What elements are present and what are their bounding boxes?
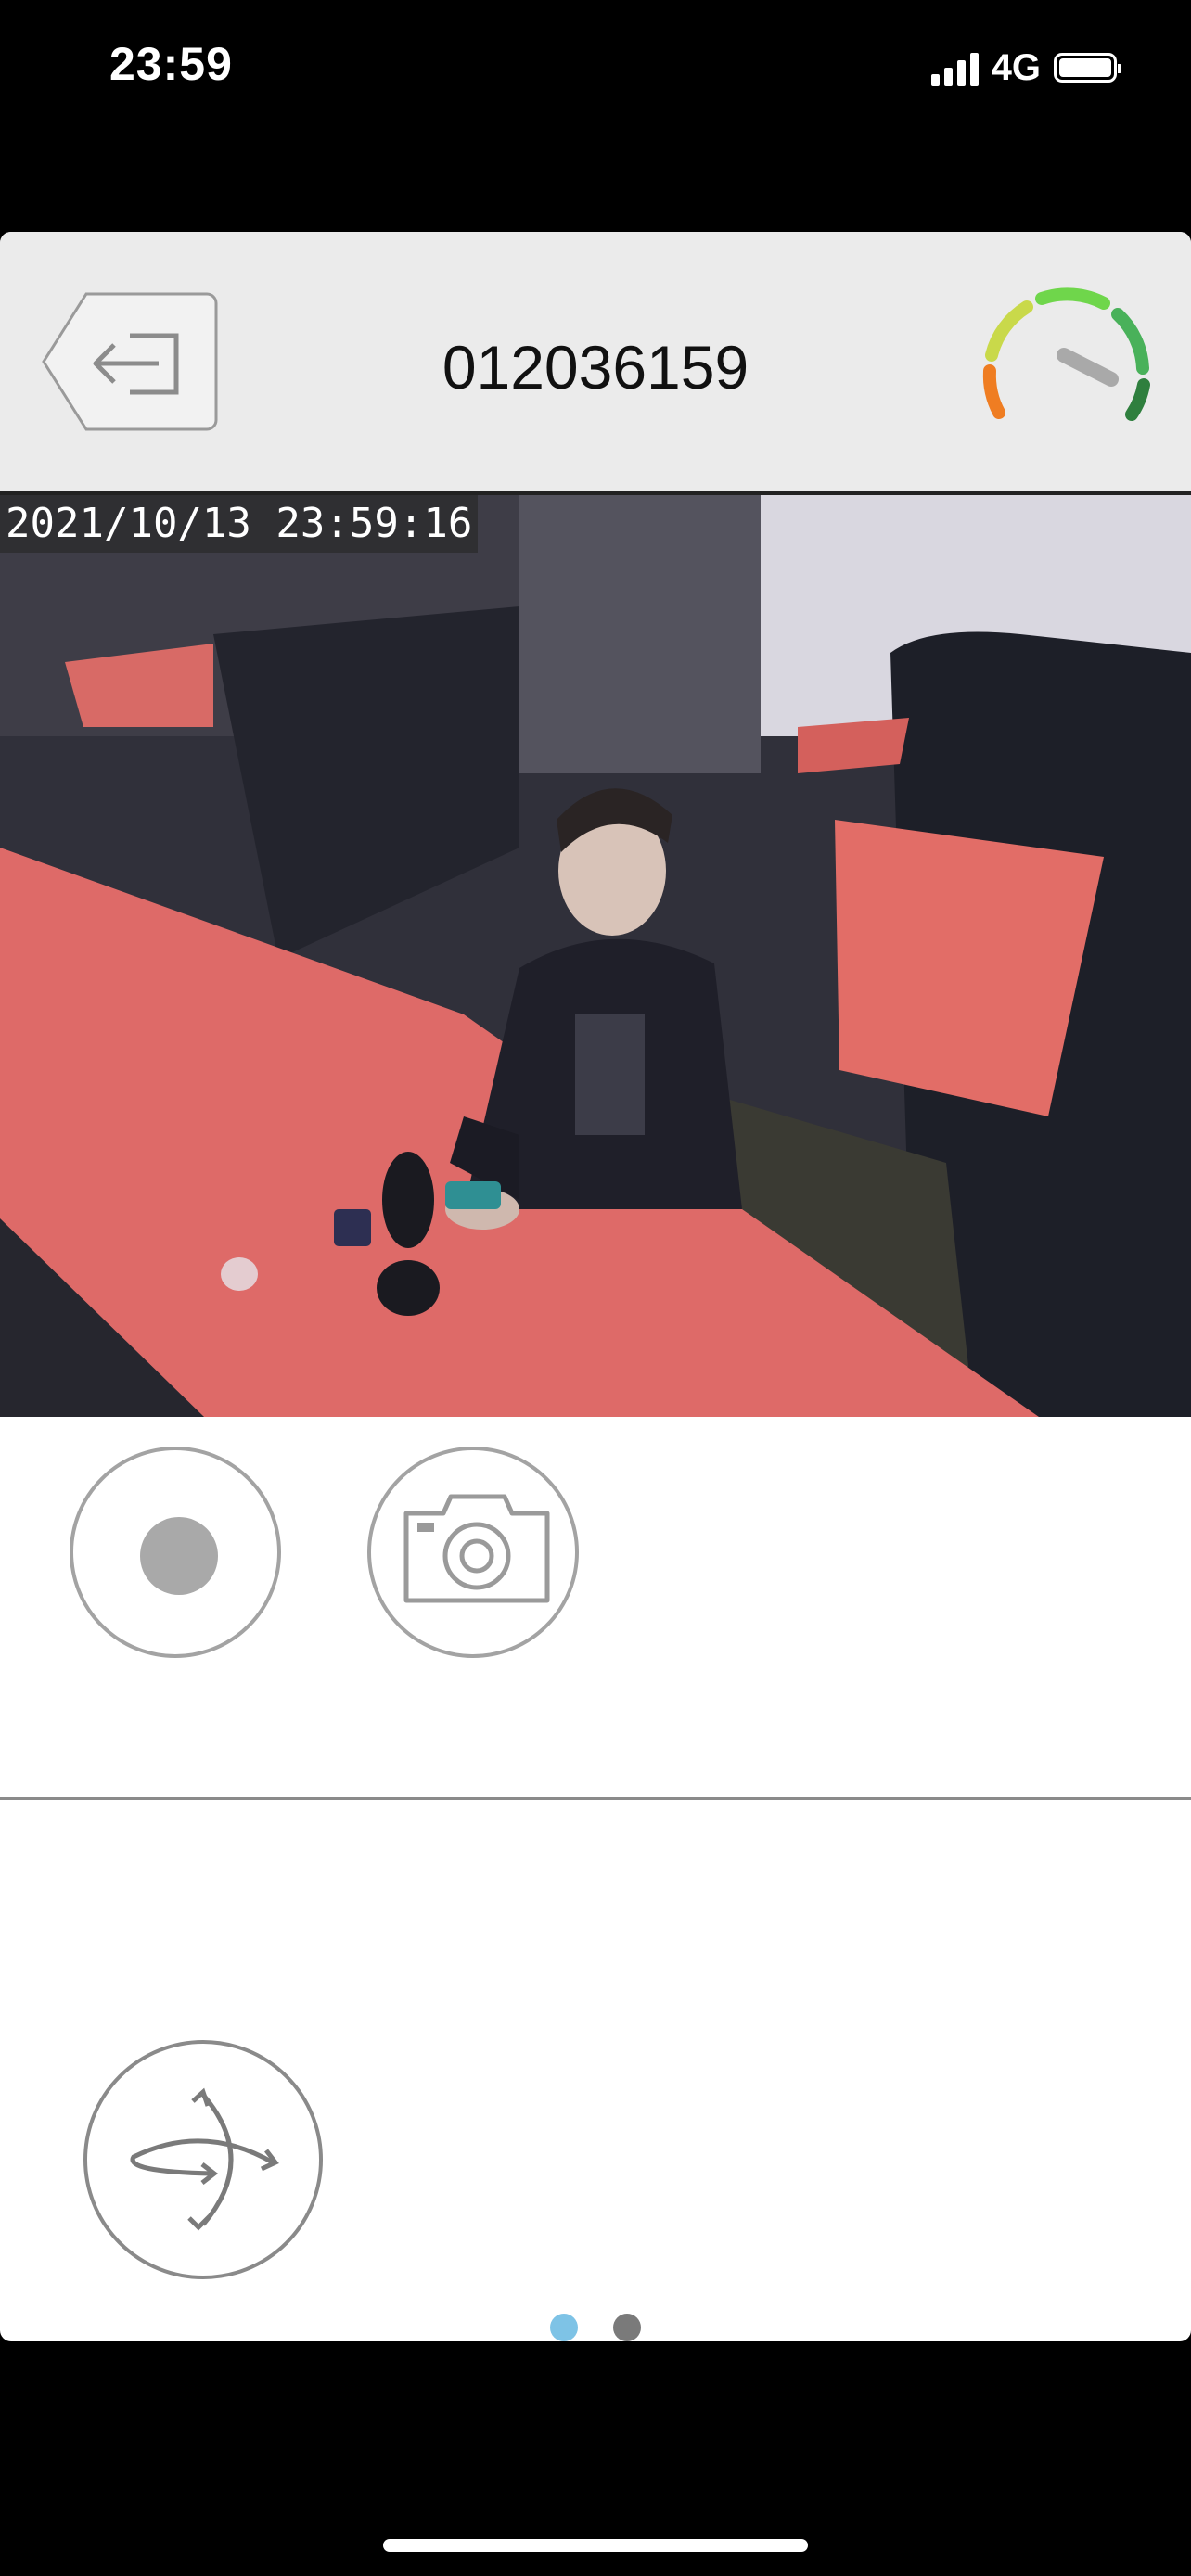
ptz-control-area: [0, 1800, 1191, 2341]
battery-full-icon: [1054, 53, 1121, 83]
speed-gauge-icon[interactable]: [979, 283, 1155, 440]
live-video-feed[interactable]: 2021/10/13 23:59:16: [0, 495, 1191, 1417]
status-bar: 23:59 4G: [0, 0, 1191, 130]
status-time: 23:59: [109, 38, 233, 90]
camera-view-screen: 012036159 2021/10/13 23:59:16: [0, 232, 1191, 2341]
status-indicators: 4G: [930, 45, 1121, 91]
header-bar: 012036159: [0, 232, 1191, 495]
record-button[interactable]: [70, 1447, 281, 1658]
page-dot[interactable]: [613, 2314, 641, 2341]
snapshot-button[interactable]: [367, 1447, 579, 1658]
ptz-rotate-arrows-icon: [130, 2087, 279, 2231]
network-type: 4G: [991, 46, 1041, 88]
camera-icon: [403, 1494, 550, 1603]
page-dot-active[interactable]: [550, 2314, 578, 2341]
video-frame-image: [0, 495, 1191, 1417]
ptz-button[interactable]: [83, 2040, 323, 2279]
capture-controls: [0, 1417, 1191, 1800]
page-indicator: [0, 2314, 1191, 2341]
home-indicator[interactable]: [383, 2539, 808, 2552]
record-icon: [140, 1517, 218, 1595]
cellular-signal-icon: [930, 49, 979, 86]
video-timestamp: 2021/10/13 23:59:16: [0, 495, 479, 553]
